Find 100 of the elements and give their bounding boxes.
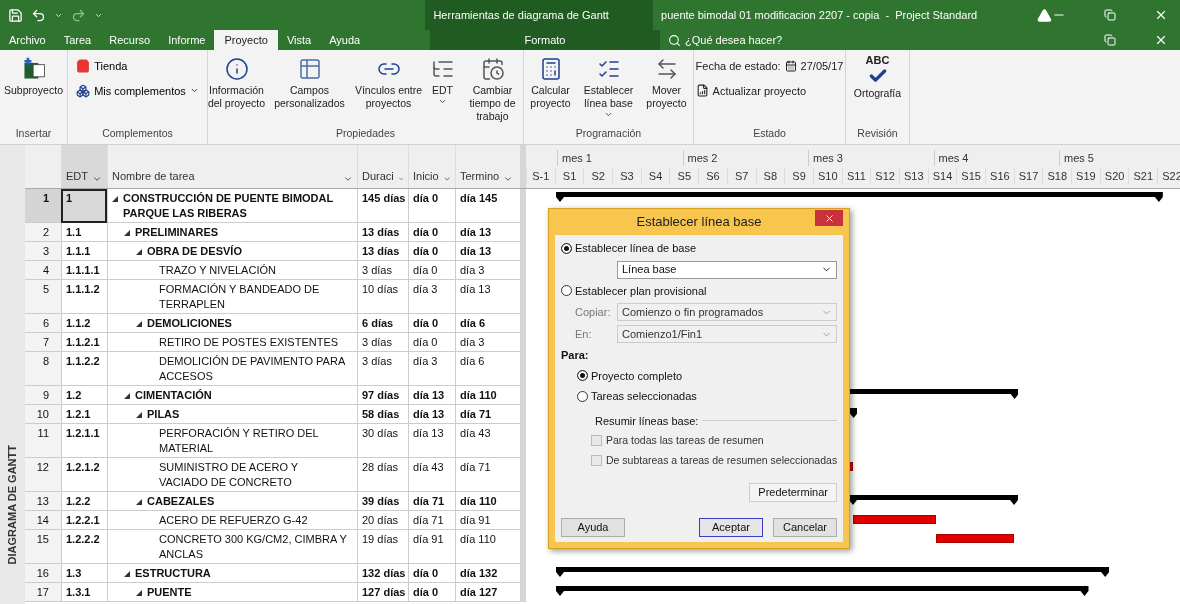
- cancel-button[interactable]: Cancelar: [773, 517, 837, 537]
- expanded-triangle-icon[interactable]: [136, 412, 142, 418]
- update-icon: [695, 84, 709, 98]
- reset-button[interactable]: Predeterminar: [749, 482, 837, 502]
- row-number[interactable]: 11: [25, 424, 61, 458]
- expanded-triangle-icon[interactable]: [124, 230, 130, 236]
- update-project-button[interactable]: Actualizar proyecto: [695, 82, 844, 99]
- table-cell: 1.2.2.2: [61, 530, 107, 564]
- expanded-triangle-icon[interactable]: [124, 571, 130, 577]
- row-number[interactable]: 14: [25, 511, 61, 530]
- expanded-triangle-icon[interactable]: [124, 393, 130, 399]
- ribbon-button[interactable]: Calcular proyecto: [527, 50, 574, 110]
- ribbon-button[interactable]: Cambiar tiempo de trabajo: [459, 50, 523, 123]
- radio-button[interactable]: [561, 285, 572, 297]
- warning-icon[interactable]: [1037, 7, 1052, 23]
- column-header[interactable]: Duraci: [357, 145, 408, 188]
- ribbon-button[interactable]: Subproyecto: [4, 50, 63, 97]
- row-number[interactable]: 10: [25, 405, 61, 424]
- store-button[interactable]: Tienda: [76, 58, 199, 75]
- save-icon[interactable]: [8, 7, 23, 23]
- ribbon-button[interactable]: Vínculos entre proyectos: [351, 50, 426, 110]
- my-addins-button[interactable]: Mis complementos: [76, 82, 199, 99]
- week-label: S3: [620, 168, 634, 184]
- expanded-triangle-icon[interactable]: [136, 499, 142, 505]
- row-number[interactable]: 5: [25, 280, 61, 314]
- row-number[interactable]: 16: [25, 564, 61, 583]
- caret-icon: [343, 174, 353, 184]
- table-cell: 13 días: [357, 223, 408, 242]
- restore-ribbon-icon[interactable]: [1104, 34, 1116, 46]
- row-number[interactable]: 3: [25, 242, 61, 261]
- view-label: DIAGRAMA DE GANTT: [5, 444, 20, 564]
- ribbon-button[interactable]: Información del proyecto: [208, 50, 268, 110]
- task-name: PERFORACIÓN Y RETIRO DEL MATERIAL: [159, 426, 320, 456]
- row-number[interactable]: 1: [25, 189, 61, 223]
- close-document-icon[interactable]: [1154, 33, 1168, 47]
- table-cell: día 0: [408, 333, 455, 352]
- section-label: Para:: [561, 348, 590, 363]
- ribbon-button[interactable]: Campos personalizados: [271, 50, 348, 110]
- ribbon-tab[interactable]: Recurso: [100, 30, 160, 50]
- expanded-triangle-icon[interactable]: [136, 249, 142, 255]
- row-number[interactable]: 12: [25, 458, 61, 492]
- week-label: S7: [734, 168, 749, 184]
- row-number[interactable]: 6: [25, 314, 61, 333]
- week-label: S2: [591, 168, 605, 184]
- row-number[interactable]: 9: [25, 386, 61, 405]
- radio-button[interactable]: [577, 370, 588, 382]
- table-cell: día 13: [455, 223, 520, 242]
- undo-icon[interactable]: [31, 7, 46, 23]
- table-cell: 1.1.1: [61, 242, 107, 261]
- table-cell: día 43: [455, 424, 520, 458]
- ok-button[interactable]: Aceptar: [699, 517, 763, 537]
- table-cell: 97 días: [357, 386, 408, 405]
- close-icon: [823, 212, 835, 224]
- radio-label: Establecer plan provisional: [575, 283, 707, 299]
- table-cell: día 13: [455, 242, 520, 261]
- search-field[interactable]: ¿Qué desea hacer?: [685, 31, 835, 49]
- ribbon-tab[interactable]: Vista: [277, 30, 321, 50]
- row-number[interactable]: 17: [25, 583, 61, 602]
- caret-icon: [92, 174, 102, 184]
- row-number[interactable]: 8: [25, 352, 61, 386]
- help-button[interactable]: Ayuda: [561, 517, 625, 537]
- status-date-field[interactable]: 27/05/17: [784, 58, 844, 75]
- table-cell: 1.1.2.2: [61, 352, 107, 386]
- checkbox-label: Para todas las tareas de resumen: [606, 433, 764, 448]
- close-icon[interactable]: [1154, 8, 1168, 22]
- ribbon-tab[interactable]: Archivo: [0, 30, 55, 50]
- ribbon-button[interactable]: Establecer línea base: [577, 50, 640, 119]
- row-number[interactable]: 15: [25, 530, 61, 564]
- restore-icon[interactable]: [1104, 9, 1116, 21]
- ribbon-tab[interactable]: Ayuda: [320, 30, 370, 50]
- table-cell: día 3: [408, 280, 455, 314]
- radio-label: Tareas seleccionadas: [591, 389, 697, 404]
- search-icon: [668, 33, 681, 47]
- row-number[interactable]: 13: [25, 492, 61, 511]
- column-header[interactable]: EDT: [61, 145, 107, 188]
- ribbon-tab[interactable]: Informe: [159, 30, 215, 50]
- table-cell: 3 días: [357, 261, 408, 280]
- expanded-triangle-icon[interactable]: [112, 196, 118, 202]
- ribbon-button[interactable]: Mover proyecto: [643, 50, 690, 110]
- radio-button[interactable]: [561, 242, 572, 254]
- expanded-triangle-icon[interactable]: [136, 590, 142, 596]
- table-cell: día 43: [408, 458, 455, 492]
- dropdown-field[interactable]: Línea base: [617, 260, 837, 279]
- table-cell: día 71: [455, 405, 520, 424]
- ribbon-button[interactable]: EDT: [429, 50, 456, 106]
- ribbon-tab[interactable]: Proyecto: [214, 30, 278, 50]
- radio-button[interactable]: [577, 390, 588, 402]
- row-number[interactable]: 4: [25, 261, 61, 280]
- row-number[interactable]: 7: [25, 333, 61, 352]
- spelling-button[interactable]: ABC Ortografía: [853, 50, 902, 102]
- column-header[interactable]: Termino: [455, 145, 520, 188]
- expanded-triangle-icon[interactable]: [136, 321, 142, 327]
- week-label: S10: [817, 168, 838, 184]
- table-cell: día 110: [455, 492, 520, 511]
- row-number[interactable]: 2: [25, 223, 61, 242]
- column-header[interactable]: Inicio: [408, 145, 455, 188]
- task-name: TRAZO Y NIVELACIÓN: [159, 263, 277, 278]
- column-header[interactable]: Nombre de tarea: [107, 145, 357, 188]
- ribbon-tab[interactable]: Tarea: [54, 30, 101, 50]
- table-cell: 127 días: [357, 583, 408, 602]
